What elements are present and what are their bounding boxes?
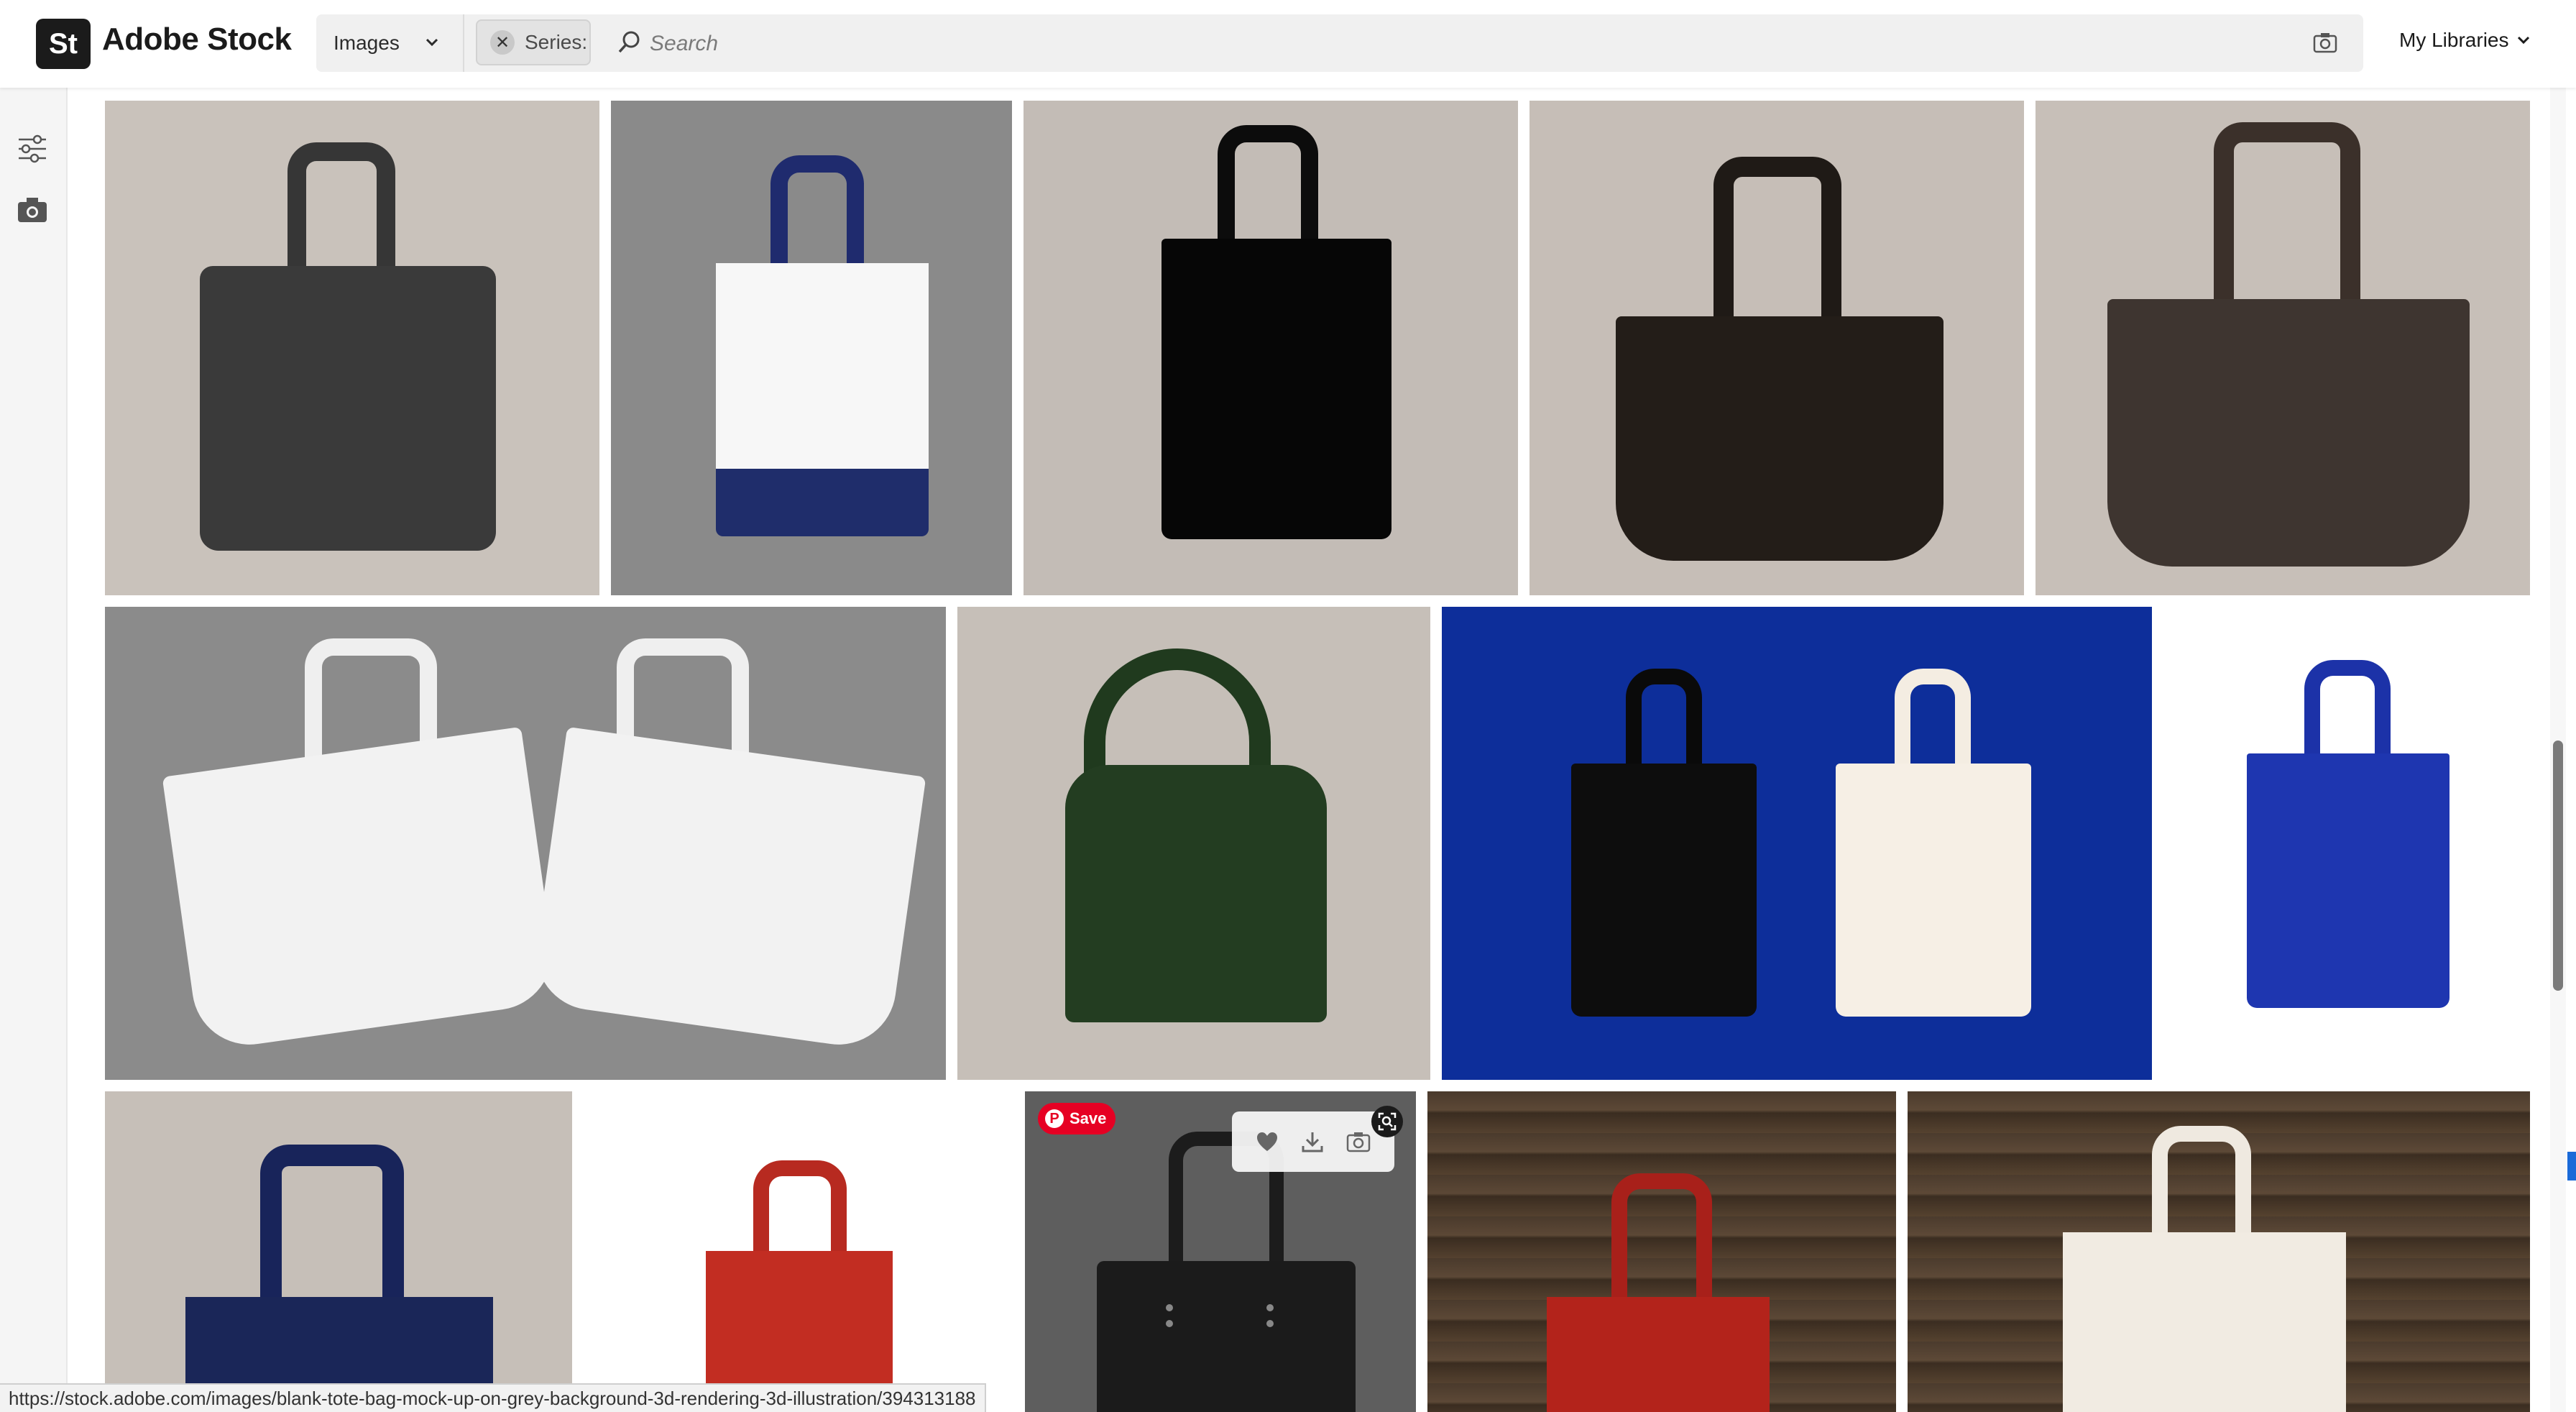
asset-type-select[interactable]: Images — [316, 14, 464, 72]
chevron-down-icon — [426, 38, 438, 47]
image-tile[interactable] — [1442, 607, 2152, 1080]
asset-type-value: Images — [334, 32, 400, 54]
image-tile[interactable] — [105, 1091, 572, 1412]
image-tile[interactable] — [584, 1091, 1012, 1412]
find-similar-icon[interactable] — [1371, 1106, 1403, 1137]
series-chip-label: Series: — [525, 31, 588, 53]
top-header: St Adobe Stock Images ✕ Series: My Libra… — [0, 0, 2576, 88]
tile-action-bar — [1232, 1111, 1394, 1172]
left-tool-rail — [0, 88, 68, 1412]
image-tile[interactable] — [1024, 101, 1518, 595]
pinterest-icon: P — [1045, 1109, 1064, 1128]
scrollbar-thumb[interactable] — [2553, 741, 2563, 991]
series-filter-chip[interactable]: ✕ Series: — [476, 19, 591, 65]
image-tile[interactable] — [1530, 101, 2024, 595]
edge-tab[interactable] — [2567, 1152, 2576, 1181]
chevron-down-icon — [2518, 36, 2530, 45]
search-input[interactable] — [648, 22, 2290, 66]
camera-search-icon[interactable] — [1346, 1131, 1371, 1152]
image-tile[interactable] — [105, 607, 946, 1080]
adobe-stock-wordmark[interactable]: Adobe Stock — [102, 22, 292, 58]
filters-icon[interactable] — [16, 132, 49, 165]
close-icon[interactable]: ✕ — [490, 30, 515, 55]
image-tile[interactable] — [1427, 1091, 1896, 1412]
camera-icon[interactable] — [16, 196, 49, 224]
pinterest-save-button[interactable]: P Save — [1038, 1103, 1116, 1134]
image-tile[interactable] — [611, 101, 1012, 595]
my-libraries-menu[interactable]: My Libraries — [2399, 29, 2531, 52]
save-label: Save — [1070, 1109, 1107, 1127]
heart-icon[interactable] — [1256, 1131, 1279, 1152]
my-libraries-label: My Libraries — [2399, 29, 2509, 51]
visual-search-camera-icon[interactable] — [2313, 32, 2337, 53]
image-tile[interactable] — [2036, 101, 2530, 595]
search-icon — [618, 31, 640, 53]
download-icon[interactable] — [1301, 1130, 1324, 1153]
image-tile[interactable] — [1908, 1091, 2530, 1412]
adobe-stock-logo[interactable]: St — [36, 19, 91, 69]
image-tile[interactable] — [957, 607, 1430, 1080]
status-bar-url: https://stock.adobe.com/images/blank-tot… — [0, 1383, 986, 1412]
image-tile[interactable] — [2163, 607, 2530, 1080]
image-tile[interactable] — [105, 101, 599, 595]
